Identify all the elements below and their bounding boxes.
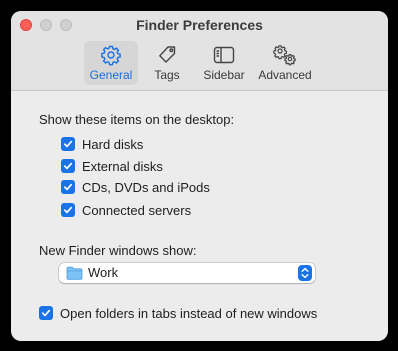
open-in-tabs-checkbox[interactable] [39,306,53,320]
tab-advanced[interactable]: Advanced [255,41,315,85]
gear-icon [101,45,121,66]
tab-sidebar-label: Sidebar [203,68,245,82]
hard-disks-option[interactable]: Hard disks [61,135,143,153]
gears-icon [273,45,296,66]
hard-disks-checkbox[interactable] [61,137,75,151]
checkmark-icon [63,162,73,170]
connected-servers-label: Connected servers [82,202,192,218]
tab-tags[interactable]: Tags [144,41,190,85]
external-disks-label: External disks [82,158,163,174]
connected-servers-option[interactable]: Connected servers [61,201,191,219]
folder-icon [66,266,83,280]
tab-general[interactable]: General [84,41,138,85]
tab-general-label: General [89,68,133,82]
open-in-tabs-label: Open folders in tabs instead of new wind… [60,305,318,321]
external-disks-checkbox[interactable] [61,159,75,173]
popup-stepper[interactable] [298,265,312,281]
cds-dvds-ipods-label: CDs, DVDs and iPods [82,179,210,195]
checkmark-icon [63,140,73,148]
toolbar: Finder Preferences General Tags Sidebar … [11,11,388,91]
connected-servers-checkbox[interactable] [61,203,75,217]
tag-icon [159,46,176,63]
finder-preferences-window: Finder Preferences General Tags Sidebar … [11,11,388,341]
chevron-updown-icon [301,267,309,279]
cds-dvds-ipods-checkbox[interactable] [61,180,75,194]
window-title: Finder Preferences [136,17,263,33]
tab-advanced-label: Advanced [258,68,312,82]
checkmark-icon [41,309,51,317]
checkmark-icon [63,183,73,191]
checkmark-icon [63,206,73,214]
tab-sidebar[interactable]: Sidebar [198,41,250,85]
open-in-tabs-option[interactable]: Open folders in tabs instead of new wind… [39,304,317,322]
external-disks-option[interactable]: External disks [61,157,163,175]
hard-disks-label: Hard disks [82,136,144,152]
tab-tags-label: Tags [154,68,180,82]
sidebar-icon [213,46,235,64]
new-window-heading: New Finder windows show: [39,243,197,258]
new-window-value: Work [88,265,119,280]
new-window-popup[interactable]: Work [59,263,315,283]
cds-dvds-ipods-option[interactable]: CDs, DVDs and iPods [61,178,210,196]
desktop-items-heading: Show these items on the desktop: [39,112,235,127]
